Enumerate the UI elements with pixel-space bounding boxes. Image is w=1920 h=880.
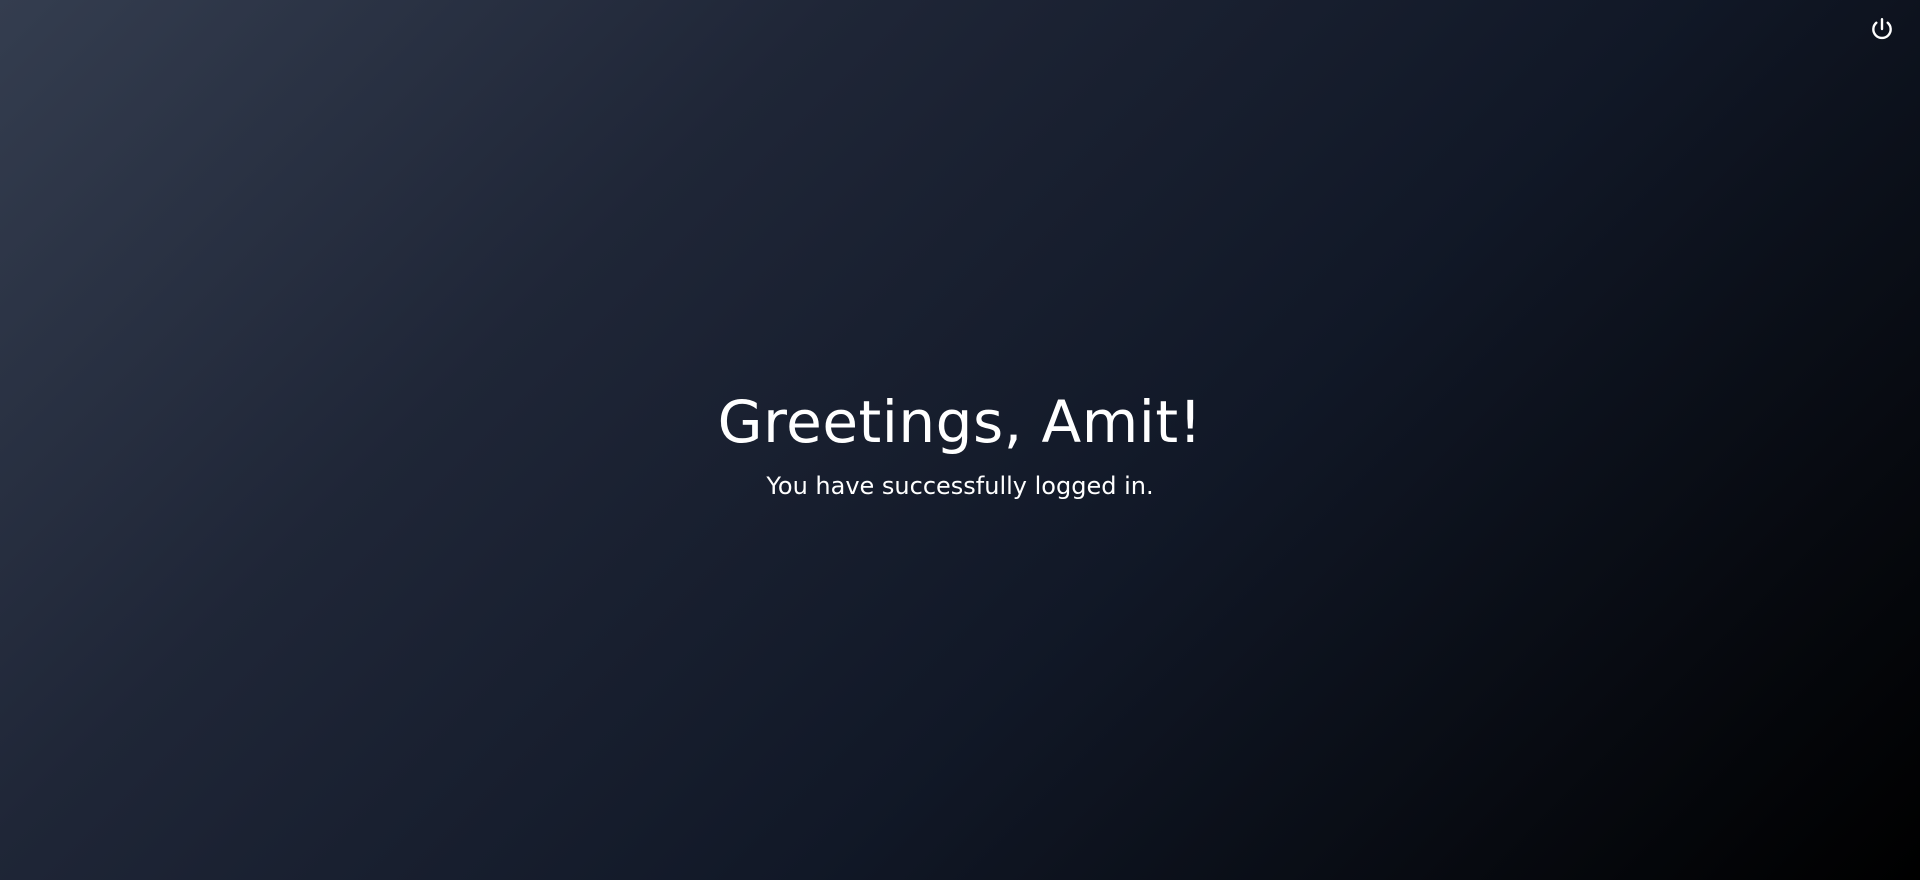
logout-button[interactable] [1866,14,1898,46]
login-success-message: You have successfully logged in. [766,472,1154,500]
welcome-panel: Greetings, Amit! You have successfully l… [0,384,1920,502]
greeting-heading: Greetings, Amit! [717,388,1203,456]
power-icon [1869,16,1895,45]
